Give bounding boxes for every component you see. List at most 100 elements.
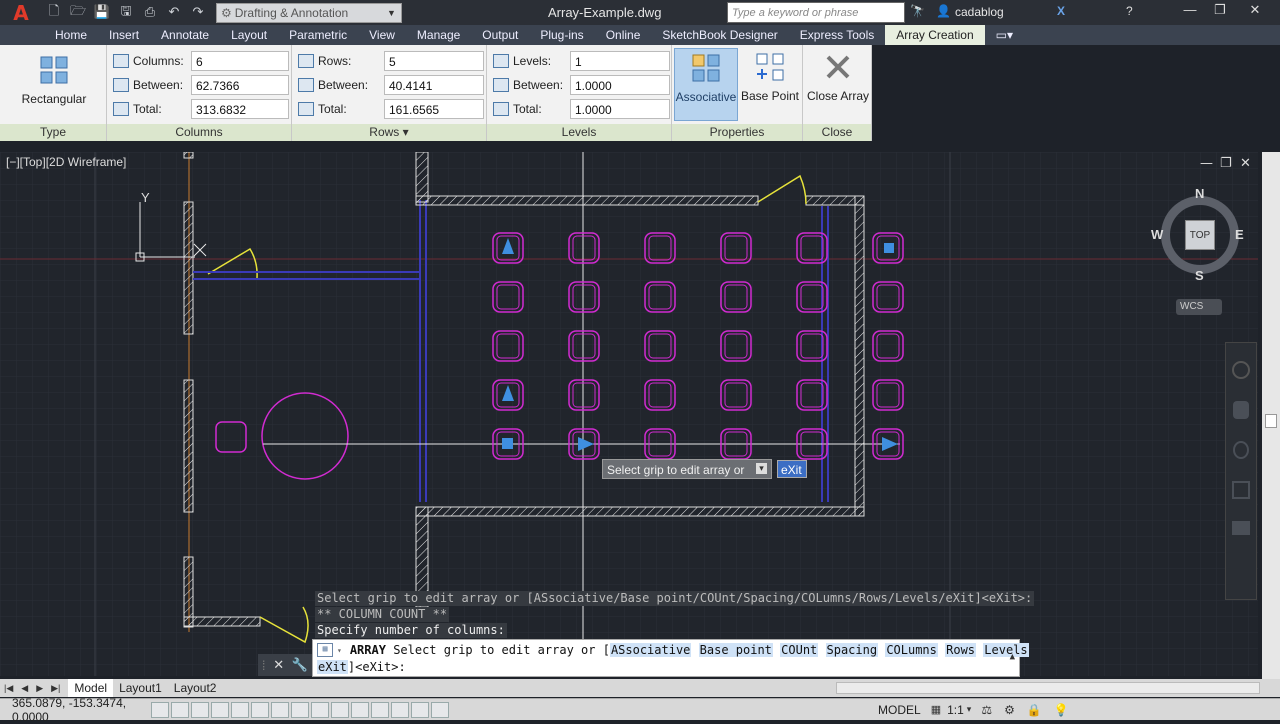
- exchange-icon[interactable]: X: [1057, 4, 1065, 18]
- allow-disallow-ucs-icon[interactable]: [311, 701, 329, 718]
- wrench-icon[interactable]: 🔧: [292, 657, 308, 673]
- compass-west[interactable]: W: [1151, 227, 1163, 242]
- tab-output[interactable]: Output: [471, 25, 529, 45]
- rectangular-button[interactable]: Rectangular: [14, 55, 94, 106]
- tab-sketchbook[interactable]: SketchBook Designer: [651, 25, 788, 45]
- grip-handle-icon[interactable]: ⁞: [262, 658, 266, 673]
- object-snap-tracking-icon[interactable]: [291, 701, 309, 718]
- tab-layout[interactable]: Layout: [220, 25, 278, 45]
- tab-view[interactable]: View: [358, 25, 406, 45]
- columns-field[interactable]: 6: [191, 51, 289, 71]
- grip-corner[interactable]: [884, 243, 894, 253]
- nav-last-icon[interactable]: ▶|: [51, 683, 60, 694]
- levels-between-field[interactable]: 1.0000: [570, 75, 670, 95]
- quick-properties-icon[interactable]: [391, 701, 409, 718]
- rows-total-field[interactable]: 161.6565: [384, 99, 484, 119]
- tab-insert[interactable]: Insert: [98, 25, 150, 45]
- associative-button[interactable]: Associative: [674, 48, 738, 121]
- chevron-up-icon[interactable]: ▲: [1010, 652, 1015, 662]
- rows-field[interactable]: 5: [384, 51, 484, 71]
- dynamic-input-icon[interactable]: [331, 701, 349, 718]
- lineweight-icon[interactable]: [351, 701, 369, 718]
- coordinates-readout[interactable]: 365.0879, -153.3474, 0.0000: [0, 696, 150, 724]
- annotation-scale[interactable]: 1:1: [947, 703, 964, 717]
- showmotion-icon[interactable]: [1232, 521, 1250, 535]
- viewport-controls-label[interactable]: [−][Top][2D Wireframe]: [6, 155, 126, 169]
- tab-home[interactable]: Home: [44, 25, 98, 45]
- help-icon[interactable]: ?: [1126, 4, 1133, 18]
- tab-express-tools[interactable]: Express Tools: [789, 25, 885, 45]
- search-input[interactable]: Type a keyword or phrase: [727, 2, 905, 23]
- viewcube[interactable]: TOP N S E W: [1151, 186, 1245, 283]
- option-exit[interactable]: eXit: [317, 660, 348, 674]
- chevron-down-icon[interactable]: ▾: [967, 704, 972, 715]
- vertical-scrollbar[interactable]: [1262, 152, 1280, 679]
- orbit-icon[interactable]: [1232, 481, 1250, 499]
- polar-tracking-icon[interactable]: [231, 701, 249, 718]
- ribbon-options-icon[interactable]: ▭▾: [985, 25, 1024, 45]
- tab-model[interactable]: Model: [68, 679, 114, 697]
- snap-mode-icon[interactable]: [171, 701, 189, 718]
- close-array-button[interactable]: Close Array: [805, 52, 871, 103]
- annotation-visibility-icon[interactable]: ⚖: [981, 703, 992, 717]
- option-rows[interactable]: Rows: [945, 643, 977, 657]
- restore-icon[interactable]: ❐: [1205, 2, 1235, 20]
- chevron-down-icon[interactable]: ▾: [337, 646, 342, 655]
- redo-icon[interactable]: ↷: [188, 3, 208, 23]
- save-icon[interactable]: 💾: [92, 3, 112, 23]
- close-icon[interactable]: ✕: [1240, 2, 1270, 20]
- tab-plugins[interactable]: Plug-ins: [529, 25, 594, 45]
- compass-north[interactable]: N: [1195, 186, 1204, 201]
- model-space-toggle[interactable]: MODEL: [878, 703, 921, 717]
- scrollbar-thumb[interactable]: [1265, 414, 1277, 428]
- levels-field[interactable]: 1: [570, 51, 670, 71]
- dynamic-input-field[interactable]: eXit: [777, 460, 807, 478]
- command-icon[interactable]: ▦: [317, 643, 333, 657]
- save-as-icon[interactable]: 🖫: [116, 3, 136, 23]
- nav-first-icon[interactable]: |◀: [4, 683, 13, 694]
- infer-constraints-icon[interactable]: [151, 701, 169, 718]
- user-icon[interactable]: 👤: [936, 4, 951, 18]
- tooltip-options-icon[interactable]: ▾: [756, 463, 767, 474]
- compass-east[interactable]: E: [1235, 227, 1244, 242]
- transparency-icon[interactable]: [371, 701, 389, 718]
- annotation-monitor-icon[interactable]: [431, 701, 449, 718]
- restore-icon[interactable]: ❐: [1220, 156, 1232, 171]
- option-spacing[interactable]: Spacing: [825, 643, 879, 657]
- option-count[interactable]: COUnt: [780, 643, 819, 657]
- levels-total-field[interactable]: 1.0000: [570, 99, 670, 119]
- rows-between-field[interactable]: 40.4141: [384, 75, 484, 95]
- tab-layout2[interactable]: Layout2: [168, 679, 223, 697]
- base-point-button[interactable]: Base Point: [739, 52, 801, 103]
- close-icon[interactable]: ✕: [273, 657, 284, 673]
- tab-array-creation[interactable]: Array Creation: [885, 25, 985, 45]
- command-line[interactable]: ▦ ▾ ARRAY Select grip to edit array or […: [312, 639, 1029, 677]
- quick-view-layouts-icon[interactable]: ▦: [931, 703, 941, 716]
- open-icon[interactable]: 🗁: [68, 3, 88, 23]
- wcs-menu[interactable]: WCS: [1176, 299, 1222, 315]
- grid-display-icon[interactable]: [191, 701, 209, 718]
- workspace-switching-icon[interactable]: ⚙: [1004, 703, 1015, 717]
- rows-panel-title[interactable]: Rows ▾: [292, 124, 486, 141]
- hardware-acceleration-icon[interactable]: 💡: [1054, 703, 1069, 717]
- close-icon[interactable]: ✕: [1240, 156, 1251, 171]
- grip-base-point[interactable]: [502, 438, 513, 449]
- tab-annotate[interactable]: Annotate: [150, 25, 220, 45]
- binoculars-icon[interactable]: 🔭: [910, 4, 925, 18]
- ortho-mode-icon[interactable]: [211, 701, 229, 718]
- nav-prev-icon[interactable]: ◀: [21, 683, 28, 694]
- object-snap-icon[interactable]: [251, 701, 269, 718]
- option-levels[interactable]: Levels: [983, 643, 1029, 657]
- user-name[interactable]: cadablog: [955, 5, 1004, 19]
- option-associative[interactable]: ASsociative: [609, 643, 692, 657]
- tab-parametric[interactable]: Parametric: [278, 25, 358, 45]
- new-icon[interactable]: 🗋: [44, 3, 64, 23]
- tab-manage[interactable]: Manage: [406, 25, 471, 45]
- undo-icon[interactable]: ↶: [164, 3, 184, 23]
- app-logo-icon[interactable]: A: [0, 0, 42, 25]
- 3d-object-snap-icon[interactable]: [271, 701, 289, 718]
- selection-cycling-icon[interactable]: [411, 701, 429, 718]
- pan-icon[interactable]: [1233, 401, 1249, 419]
- columns-between-field[interactable]: 62.7366: [191, 75, 289, 95]
- minimize-icon[interactable]: —: [1200, 156, 1213, 171]
